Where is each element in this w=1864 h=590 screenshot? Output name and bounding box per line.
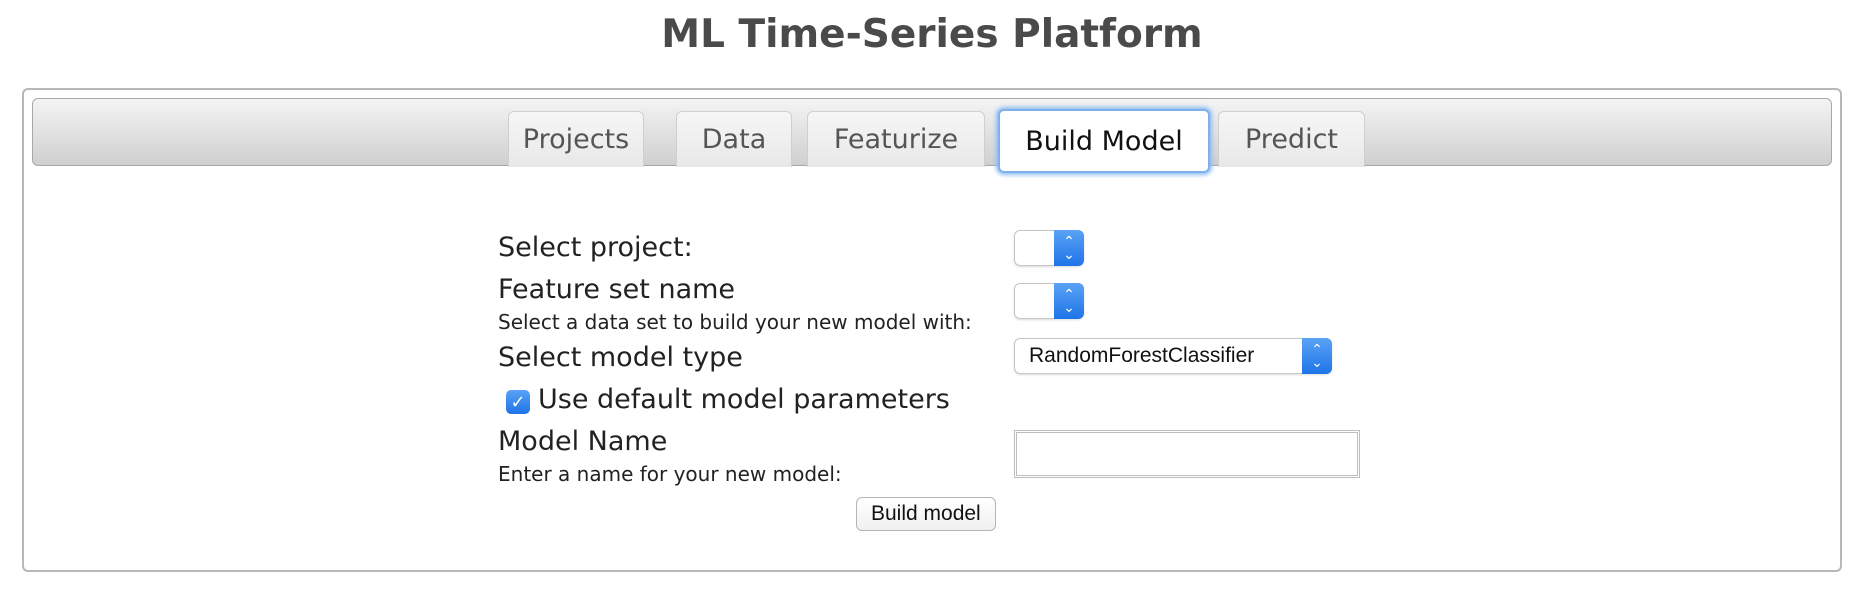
- chevron-up-down-icon: ⌃ ⌄: [1054, 230, 1084, 266]
- select-project-label: Select project:: [498, 232, 693, 263]
- build-model-button[interactable]: Build model: [856, 497, 996, 531]
- tab-data[interactable]: Data: [676, 111, 792, 167]
- tab-bar: Projects Data Featurize Build Model Pred…: [32, 98, 1832, 173]
- feature-set-label: Feature set name: [498, 274, 736, 305]
- main-panel: Projects Data Featurize Build Model Pred…: [22, 88, 1842, 572]
- model-name-sublabel: Enter a name for your new model:: [498, 462, 842, 486]
- project-select[interactable]: ⌃ ⌄: [1014, 230, 1084, 266]
- chevron-up-down-icon: ⌃ ⌄: [1054, 283, 1084, 319]
- feature-set-sublabel: Select a data set to build your new mode…: [498, 310, 972, 334]
- model-type-select[interactable]: RandomForestClassifier ⌃ ⌄: [1014, 338, 1332, 374]
- tab-featurize[interactable]: Featurize: [807, 111, 985, 167]
- tab-build-model[interactable]: Build Model: [998, 109, 1210, 173]
- checkmark-icon: ✓: [510, 391, 526, 413]
- chevron-up-down-icon: ⌃ ⌄: [1302, 338, 1332, 374]
- tab-predict[interactable]: Predict: [1218, 111, 1365, 167]
- default-params-label: Use default model parameters: [538, 384, 950, 415]
- page-title: ML Time-Series Platform: [661, 12, 1203, 57]
- tab-projects[interactable]: Projects: [508, 111, 644, 167]
- model-name-label: Model Name: [498, 426, 668, 457]
- model-type-label: Select model type: [498, 342, 743, 373]
- model-type-select-value: RandomForestClassifier: [1029, 344, 1255, 367]
- model-name-input[interactable]: [1014, 430, 1360, 478]
- default-params-checkbox[interactable]: ✓: [506, 390, 530, 414]
- feature-set-select[interactable]: ⌃ ⌄: [1014, 283, 1084, 319]
